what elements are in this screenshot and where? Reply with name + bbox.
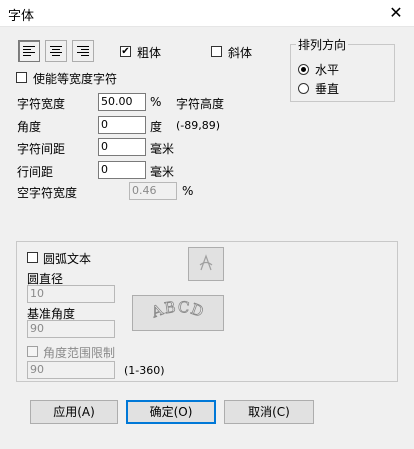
italic-label: 斜体: [228, 46, 253, 60]
angle-input[interactable]: 0: [98, 116, 146, 134]
italic-checkbox[interactable]: [211, 46, 222, 57]
radio-horizontal-label: 水平: [315, 63, 340, 77]
bold-checkbox[interactable]: ✔: [120, 46, 131, 57]
char-spacing-input[interactable]: 0: [98, 138, 146, 156]
arc-preview-button: ABCD: [132, 295, 224, 331]
char-spacing-unit: 毫米: [150, 142, 175, 156]
check-icon: ✔: [121, 46, 130, 57]
space-width-input: 0.46: [129, 182, 177, 200]
radio-vertical-label: 垂直: [315, 82, 340, 96]
arc-preview-text: ABCD: [148, 297, 207, 322]
angle-limit-range: (1-360): [124, 364, 165, 377]
radio-vertical[interactable]: [298, 83, 309, 94]
char-spacing-label: 字符间距: [17, 142, 66, 156]
equal-width-checkbox[interactable]: [16, 72, 27, 83]
align-left-button[interactable]: [18, 40, 40, 62]
bold-label: 粗体: [137, 46, 162, 60]
arc-base-angle-input: 90: [27, 320, 115, 338]
window-title: 字体: [8, 9, 35, 24]
align-right-button[interactable]: [72, 40, 94, 62]
arc-preview-graphic: ABCD: [148, 297, 207, 322]
align-center-icon: [50, 46, 62, 56]
radio-selected-dot: [301, 67, 306, 72]
arc-text-checkbox[interactable]: [27, 252, 38, 263]
char-width-label: 字符宽度: [17, 97, 66, 111]
line-spacing-unit: 毫米: [150, 165, 175, 179]
space-width-unit: %: [182, 184, 194, 198]
char-width-unit: %: [150, 95, 162, 109]
space-width-label: 空字符宽度: [17, 186, 78, 200]
angle-limit-checkbox: [27, 346, 38, 357]
angle-label: 角度: [17, 120, 42, 134]
arc-mode-icon: [199, 254, 213, 271]
direction-group-title: 排列方向: [296, 36, 349, 53]
arc-mode-button: [188, 247, 224, 281]
close-icon[interactable]: ✕: [382, 2, 410, 24]
arc-diameter-input: 10: [27, 285, 115, 303]
title-bar: 字体 ✕: [0, 0, 414, 27]
line-spacing-input[interactable]: 0: [98, 161, 146, 179]
angle-range: (-89,89): [176, 119, 221, 132]
angle-limit-input: 90: [27, 361, 115, 379]
equal-width-label: 使能等宽度字符: [33, 72, 118, 86]
radio-horizontal[interactable]: [298, 64, 309, 75]
angle-limit-label: 角度范围限制: [43, 346, 116, 360]
align-left-icon: [23, 46, 35, 56]
arc-text-label: 圆弧文本: [43, 252, 92, 266]
align-right-icon: [77, 46, 89, 56]
align-center-button[interactable]: [45, 40, 67, 62]
svg-text:ABCD: ABCD: [148, 298, 207, 322]
ok-button[interactable]: 确定(O): [126, 400, 216, 424]
char-width-input[interactable]: 50.00: [98, 93, 146, 111]
line-spacing-label: 行间距: [17, 165, 54, 179]
char-height-label: 字符高度: [176, 97, 225, 111]
angle-unit: 度: [150, 120, 163, 134]
cancel-button[interactable]: 取消(C): [224, 400, 314, 424]
apply-button[interactable]: 应用(A): [30, 400, 118, 424]
